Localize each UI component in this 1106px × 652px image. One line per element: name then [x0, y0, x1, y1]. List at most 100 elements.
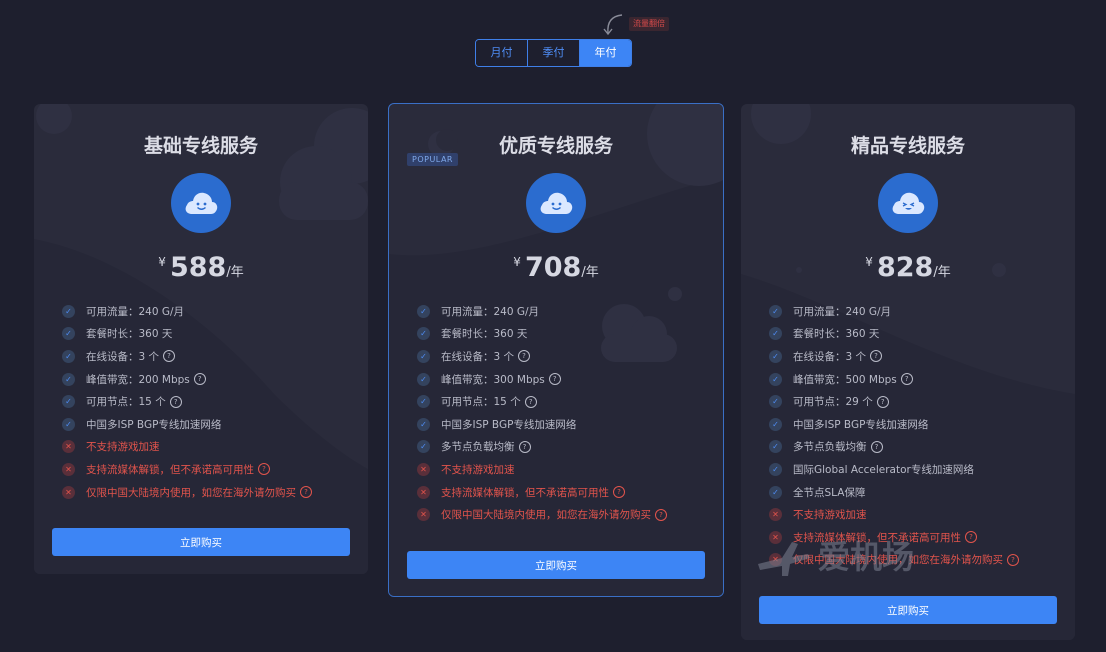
- feature-text: 支持流媒体解锁，但不承诺高可用性: [86, 463, 254, 476]
- billing-option-yearly[interactable]: 年付: [579, 40, 631, 66]
- cross-icon: ✕: [62, 440, 75, 454]
- plan-price: ¥828/年: [741, 251, 1075, 285]
- feature-item: ✓ 全节点SLA保障: [769, 481, 1075, 504]
- curved-arrow-icon: [603, 14, 623, 36]
- check-icon: ✓: [769, 327, 782, 341]
- feature-text: 仅限中国大陆境内使用，如您在海外请勿购买: [441, 509, 651, 522]
- feature-text: 仅限中国大陆境内使用，如您在海外请勿购买: [86, 486, 296, 499]
- feature-text: 套餐时长：360 天: [793, 328, 880, 341]
- check-icon: ✓: [417, 304, 430, 318]
- feature-item: ✕ 支持流媒体解锁，但不承诺高可用性?: [417, 481, 723, 504]
- currency-symbol: ¥: [513, 255, 521, 269]
- cross-icon: ✕: [417, 485, 430, 499]
- feature-item: ✓ 在线设备：3 个?: [417, 345, 723, 368]
- check-icon: ✓: [417, 395, 430, 409]
- check-icon: ✓: [769, 349, 782, 363]
- help-icon[interactable]: ?: [193, 373, 206, 386]
- help-icon[interactable]: ?: [518, 440, 531, 453]
- feature-item: ✓ 可用节点：15 个?: [417, 390, 723, 413]
- check-icon: ✓: [62, 395, 75, 409]
- feature-text: 峰值带宽：200 Mbps: [86, 373, 190, 386]
- feature-text: 不支持游戏加速: [86, 441, 160, 454]
- buy-now-button[interactable]: 立即购买: [52, 528, 350, 556]
- help-icon[interactable]: ?: [870, 350, 883, 363]
- feature-text: 中国多ISP BGP专线加速网络: [793, 418, 929, 431]
- help-icon[interactable]: ?: [870, 440, 883, 453]
- help-icon[interactable]: ?: [258, 463, 270, 476]
- billing-period-toggle: 月付 季付 年付: [475, 39, 632, 67]
- feature-item: ✕ 仅限中国大陆境内使用，如您在海外请勿购买?: [769, 549, 1075, 572]
- feature-item: ✓ 峰值带宽：200 Mbps?: [62, 368, 368, 391]
- feature-text: 国际Global Accelerator专线加速网络: [793, 463, 974, 476]
- feature-item: ✓ 多节点负载均衡?: [769, 436, 1075, 459]
- help-icon[interactable]: ?: [900, 373, 913, 386]
- check-icon: ✓: [62, 349, 75, 363]
- check-icon: ✓: [62, 417, 75, 431]
- plan-card-elite: 精品专线服务 ¥828/年 ✓ 可用流量：240 G/月 ✓ 套餐时长：360 天 ✓ 在…: [741, 104, 1075, 640]
- feature-text: 可用流量：240 G/月: [86, 305, 185, 318]
- winking-cloud-logo-icon: [878, 173, 938, 233]
- feature-text: 全节点SLA保障: [793, 486, 866, 499]
- feature-text: 仅限中国大陆境内使用，如您在海外请勿购买: [793, 554, 1003, 567]
- currency-symbol: ¥: [158, 255, 166, 269]
- feature-item: ✕ 不支持游戏加速: [62, 436, 368, 459]
- feature-item: ✓ 套餐时长：360 天: [417, 323, 723, 346]
- feature-item: ✕ 支持流媒体解锁，但不承诺高可用性?: [769, 526, 1075, 549]
- check-icon: ✓: [769, 395, 782, 409]
- feature-text: 在线设备：3 个: [441, 350, 515, 363]
- feature-text: 不支持游戏加速: [441, 463, 515, 476]
- feature-text: 在线设备：3 个: [86, 350, 160, 363]
- smiling-cloud-logo-icon: [526, 173, 586, 233]
- buy-now-button[interactable]: 立即购买: [759, 596, 1057, 624]
- feature-text: 在线设备：3 个: [793, 350, 867, 363]
- help-icon[interactable]: ?: [613, 486, 625, 499]
- feature-text: 多节点负载均衡: [441, 441, 515, 454]
- price-unit: /年: [933, 265, 951, 280]
- feature-item: ✓ 中国多ISP BGP专线加速网络: [769, 413, 1075, 436]
- check-icon: ✓: [769, 462, 782, 476]
- check-icon: ✓: [769, 372, 782, 386]
- help-icon[interactable]: ?: [163, 350, 176, 363]
- check-icon: ✓: [62, 372, 75, 386]
- help-icon[interactable]: ?: [1007, 553, 1019, 566]
- feature-item: ✓ 国际Global Accelerator专线加速网络: [769, 458, 1075, 481]
- feature-item: ✓ 套餐时长：360 天: [62, 323, 368, 346]
- help-icon[interactable]: ?: [518, 350, 531, 363]
- feature-item: ✓ 在线设备：3 个?: [769, 345, 1075, 368]
- smiling-cloud-logo-icon: [171, 173, 231, 233]
- feature-text: 支持流媒体解锁，但不承诺高可用性: [793, 531, 961, 544]
- feature-text: 峰值带宽：500 Mbps: [793, 373, 897, 386]
- plan-price: ¥708/年: [389, 251, 723, 285]
- price-amount: 708: [524, 252, 582, 283]
- feature-item: ✓ 套餐时长：360 天: [769, 323, 1075, 346]
- feature-item: ✕ 仅限中国大陆境内使用，如您在海外请勿购买?: [62, 481, 368, 504]
- help-icon[interactable]: ?: [548, 373, 561, 386]
- feature-item: ✕ 仅限中国大陆境内使用，如您在海外请勿购买?: [417, 503, 723, 526]
- feature-item: ✓ 峰值带宽：300 Mbps?: [417, 368, 723, 391]
- plan-card-premium: POPULAR 优质专线服务 ¥708/年 ✓ 可用流量：240 G/月 ✓ 套餐时长…: [388, 103, 724, 597]
- feature-text: 支持流媒体解锁，但不承诺高可用性: [441, 486, 609, 499]
- help-icon[interactable]: ?: [169, 395, 182, 408]
- price-unit: /年: [226, 265, 244, 280]
- feature-text: 不支持游戏加速: [793, 509, 867, 522]
- feature-text: 可用节点：15 个: [86, 396, 166, 409]
- cross-icon: ✕: [417, 508, 430, 522]
- help-icon[interactable]: ?: [965, 531, 977, 544]
- billing-option-monthly[interactable]: 月付: [476, 40, 527, 66]
- feature-list: ✓ 可用流量：240 G/月 ✓ 套餐时长：360 天 ✓ 在线设备：3 个? ✓ 峰值带宽：…: [389, 300, 723, 526]
- billing-option-quarterly[interactable]: 季付: [527, 40, 579, 66]
- check-icon: ✓: [417, 372, 430, 386]
- feature-item: ✓ 峰值带宽：500 Mbps?: [769, 368, 1075, 391]
- help-icon[interactable]: ?: [524, 395, 537, 408]
- cross-icon: ✕: [769, 508, 782, 522]
- price-amount: 588: [169, 252, 227, 283]
- buy-now-button[interactable]: 立即购买: [407, 551, 705, 579]
- help-icon[interactable]: ?: [300, 486, 312, 499]
- check-icon: ✓: [769, 440, 782, 454]
- check-icon: ✓: [417, 327, 430, 341]
- cross-icon: ✕: [769, 553, 782, 567]
- check-icon: ✓: [769, 417, 782, 431]
- help-icon[interactable]: ?: [655, 508, 667, 521]
- feature-item: ✓ 可用流量：240 G/月: [417, 300, 723, 323]
- help-icon[interactable]: ?: [876, 395, 889, 408]
